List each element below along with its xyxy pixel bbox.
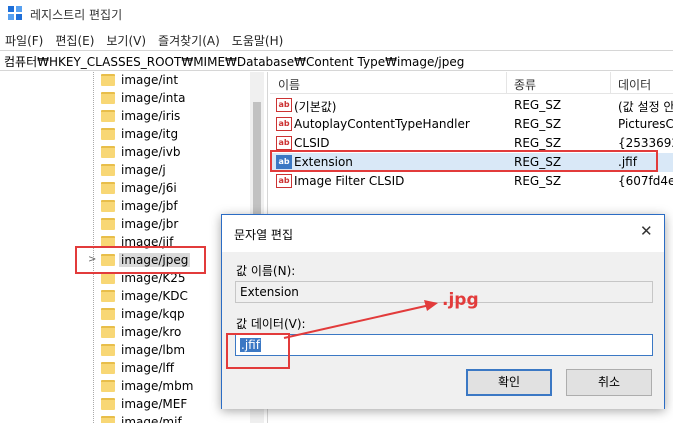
folder-icon (101, 290, 115, 302)
folder-icon (101, 92, 115, 104)
folder-icon (101, 74, 115, 86)
value-data-label: 값 데이터(V): (236, 317, 306, 331)
dialog-title: 문자열 편집 (234, 228, 294, 242)
tree-item[interactable]: image/itg (0, 126, 250, 144)
tree-item[interactable]: image/jbf (0, 198, 250, 216)
menu-view[interactable]: 보기(V) (101, 28, 153, 50)
tree-item[interactable]: image/jbr (0, 216, 250, 234)
folder-icon (101, 146, 115, 158)
tree-item[interactable]: image/j (0, 162, 250, 180)
value-row[interactable]: ab AutoplayContentTypeHandler REG_SZ Pic… (270, 115, 673, 134)
tree-item[interactable]: image/iris (0, 108, 250, 126)
folder-icon (101, 164, 115, 176)
folder-icon (101, 380, 115, 392)
dialog-body: 값 이름(N): Extension 값 데이터(V): .jfif 확인 취소 (222, 252, 664, 409)
folder-icon (101, 398, 115, 410)
tree-item[interactable]: image/kro (0, 324, 250, 342)
tree-item[interactable]: image/kqp (0, 306, 250, 324)
folder-icon (101, 308, 115, 320)
tree-item[interactable]: image/ivb (0, 144, 250, 162)
value-name-label: 값 이름(N): (236, 264, 296, 278)
string-value-icon: ab (276, 98, 292, 112)
tree-item[interactable]: image/j6i (0, 180, 250, 198)
string-value-icon: ab (276, 174, 292, 188)
edit-string-dialog: 문자열 편집 ✕ 값 이름(N): Extension 값 데이터(V): .j… (221, 214, 665, 409)
window-title: 레지스트리 편집기 (30, 8, 123, 22)
string-value-icon: ab (276, 117, 292, 131)
folder-icon (101, 326, 115, 338)
value-row[interactable]: ab (기본값) REG_SZ (값 설정 안 (270, 96, 673, 115)
chevron-right-icon[interactable]: > (88, 254, 96, 265)
tree-item[interactable]: image/inta (0, 90, 250, 108)
annotation-label: .jpg (442, 290, 479, 310)
ok-button[interactable]: 확인 (466, 369, 552, 396)
tree-item[interactable]: image/int (0, 72, 250, 90)
folder-icon (101, 218, 115, 230)
value-row[interactable]: ab Image Filter CLSID REG_SZ {607fd4e8 (270, 172, 673, 191)
folder-icon (101, 128, 115, 140)
address-bar[interactable]: 컴퓨터₩HKEY_CLASSES_ROOT₩MIME₩Database₩Cont… (0, 50, 673, 71)
column-header-name[interactable]: 이름 (278, 76, 300, 93)
tree-item[interactable]: image/KDC (0, 288, 250, 306)
value-row[interactable]: ab CLSID REG_SZ {25336920 (270, 134, 673, 153)
tree-item-selected[interactable]: > image/jpeg (0, 252, 250, 270)
menu-help[interactable]: 도움말(H) (227, 28, 291, 50)
column-header-type[interactable]: 종류 (514, 76, 536, 93)
value-row-selected[interactable]: ab Extension REG_SZ .jfif (270, 153, 673, 172)
column-header-data[interactable]: 데이터 (618, 76, 651, 93)
folder-icon (101, 416, 115, 423)
folder-icon (101, 254, 115, 266)
regedit-icon (8, 6, 24, 22)
tree-item[interactable]: image/MEF (0, 396, 250, 414)
folder-icon (101, 272, 115, 284)
folder-icon (101, 344, 115, 356)
folder-icon (101, 182, 115, 194)
tree-item[interactable]: image/lff (0, 360, 250, 378)
string-value-icon: ab (276, 155, 292, 169)
folder-icon (101, 200, 115, 212)
string-value-icon: ab (276, 136, 292, 150)
folder-icon (101, 236, 115, 248)
menu-bar: 파일(F) 편집(E) 보기(V) 즐겨찾기(A) 도움말(H) (0, 28, 673, 50)
tree-item[interactable]: image/jif (0, 234, 250, 252)
tree-item[interactable]: image/K25 (0, 270, 250, 288)
menu-file[interactable]: 파일(F) (0, 28, 50, 50)
folder-icon (101, 110, 115, 122)
title-bar: 레지스트리 편집기 (0, 0, 673, 28)
values-header: 이름 종류 데이터 (270, 72, 673, 94)
value-data-text: .jfif (240, 338, 261, 352)
folder-icon (101, 362, 115, 374)
tree-item[interactable]: image/mbm (0, 378, 250, 396)
value-data-input[interactable]: .jfif (235, 334, 653, 356)
tree-item[interactable]: image/mif (0, 414, 250, 423)
menu-favorites[interactable]: 즐겨찾기(A) (153, 28, 227, 50)
menu-edit[interactable]: 편집(E) (50, 28, 101, 50)
tree-item[interactable]: image/lbm (0, 342, 250, 360)
close-icon[interactable]: ✕ (640, 222, 653, 240)
cancel-button[interactable]: 취소 (566, 369, 652, 396)
